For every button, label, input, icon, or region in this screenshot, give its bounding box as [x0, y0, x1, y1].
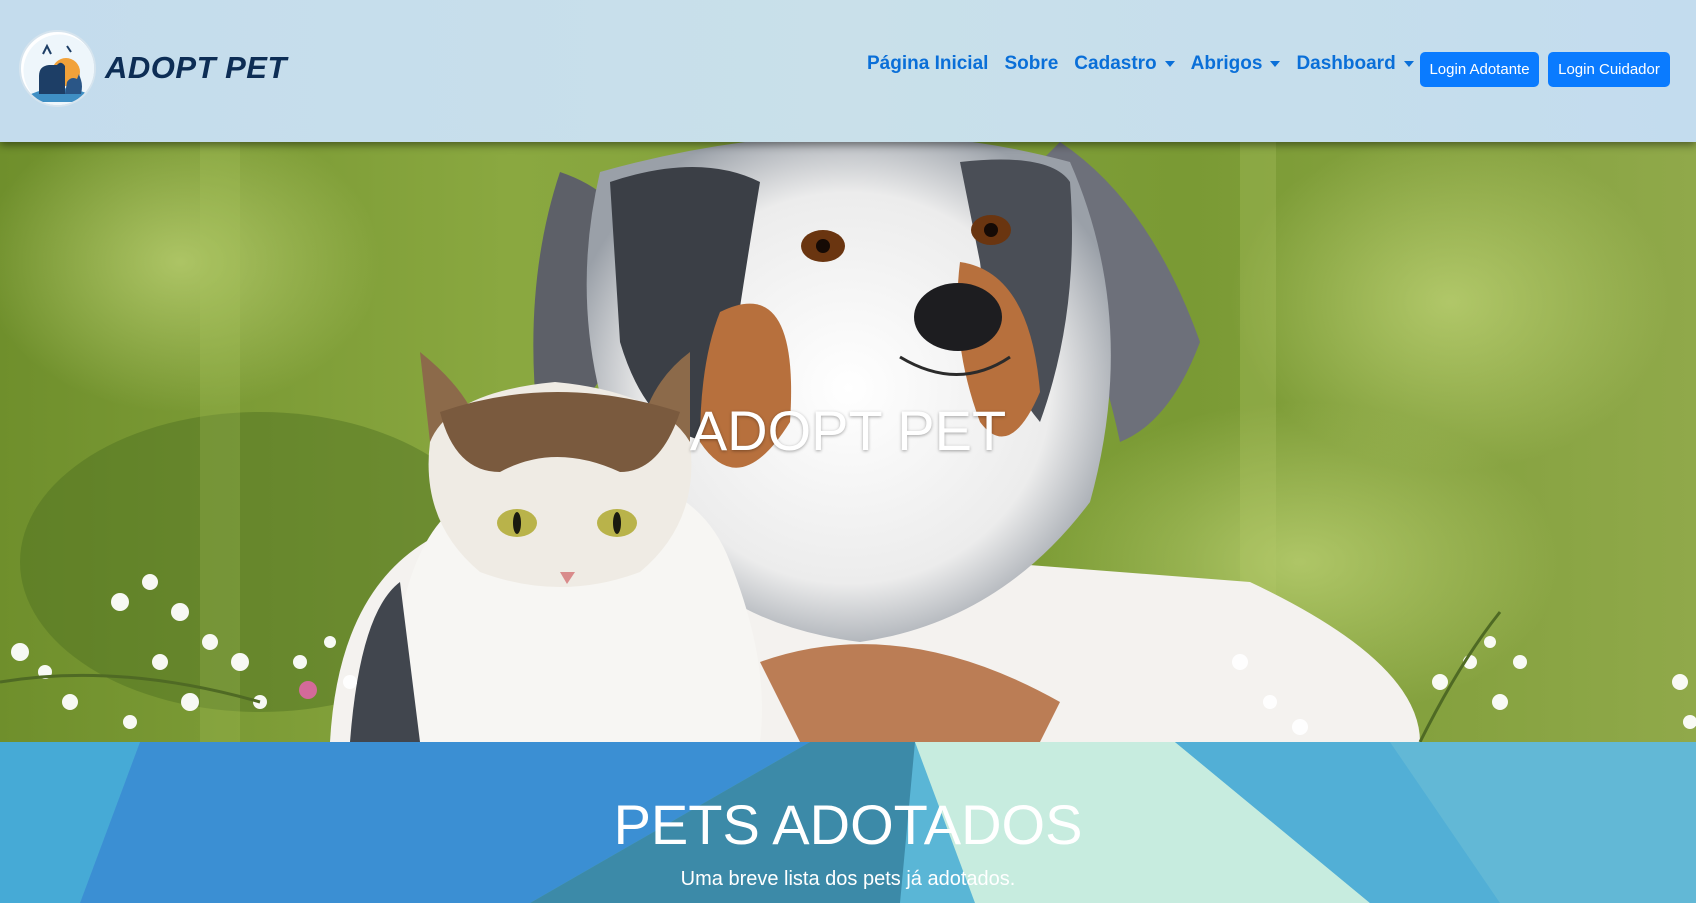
- main-nav: Página Inicial Sobre Cadastro Abrigos Da…: [867, 53, 1430, 75]
- adopted-pets-section: PETS ADOTADOS Uma breve lista dos pets j…: [0, 742, 1696, 903]
- nav-shelters-label: Abrigos: [1190, 53, 1263, 74]
- navbar: ADOPT PET Página Inicial Sobre Cadastro …: [0, 0, 1696, 142]
- adopted-subtitle: Uma breve lista dos pets já adotados.: [680, 868, 1016, 890]
- login-caretaker-button[interactable]: Login Cuidador: [1548, 52, 1670, 87]
- chevron-down-icon: [1270, 61, 1281, 67]
- chevron-down-icon: [1164, 61, 1175, 67]
- dog-and-cat-logo-icon: [19, 29, 96, 107]
- nav-about[interactable]: Sobre: [1004, 53, 1058, 75]
- hero-title: ADOPT PET: [689, 399, 1007, 462]
- nav-dashboard-label: Dashboard: [1296, 53, 1396, 74]
- hero-banner: ADOPT PET: [0, 142, 1696, 742]
- brand[interactable]: ADOPT PET: [19, 29, 287, 107]
- nav-register-dropdown[interactable]: Cadastro: [1074, 53, 1175, 75]
- adopted-title: PETS ADOTADOS: [613, 793, 1083, 856]
- nav-dashboard-dropdown[interactable]: Dashboard: [1296, 53, 1414, 75]
- nav-register-label: Cadastro: [1074, 53, 1157, 74]
- nav-shelters-dropdown[interactable]: Abrigos: [1191, 53, 1281, 75]
- chevron-down-icon: [1403, 61, 1414, 67]
- brand-name: ADOPT PET: [105, 50, 287, 85]
- login-adopter-button[interactable]: Login Adotante: [1420, 52, 1539, 87]
- nav-home[interactable]: Página Inicial: [867, 53, 988, 75]
